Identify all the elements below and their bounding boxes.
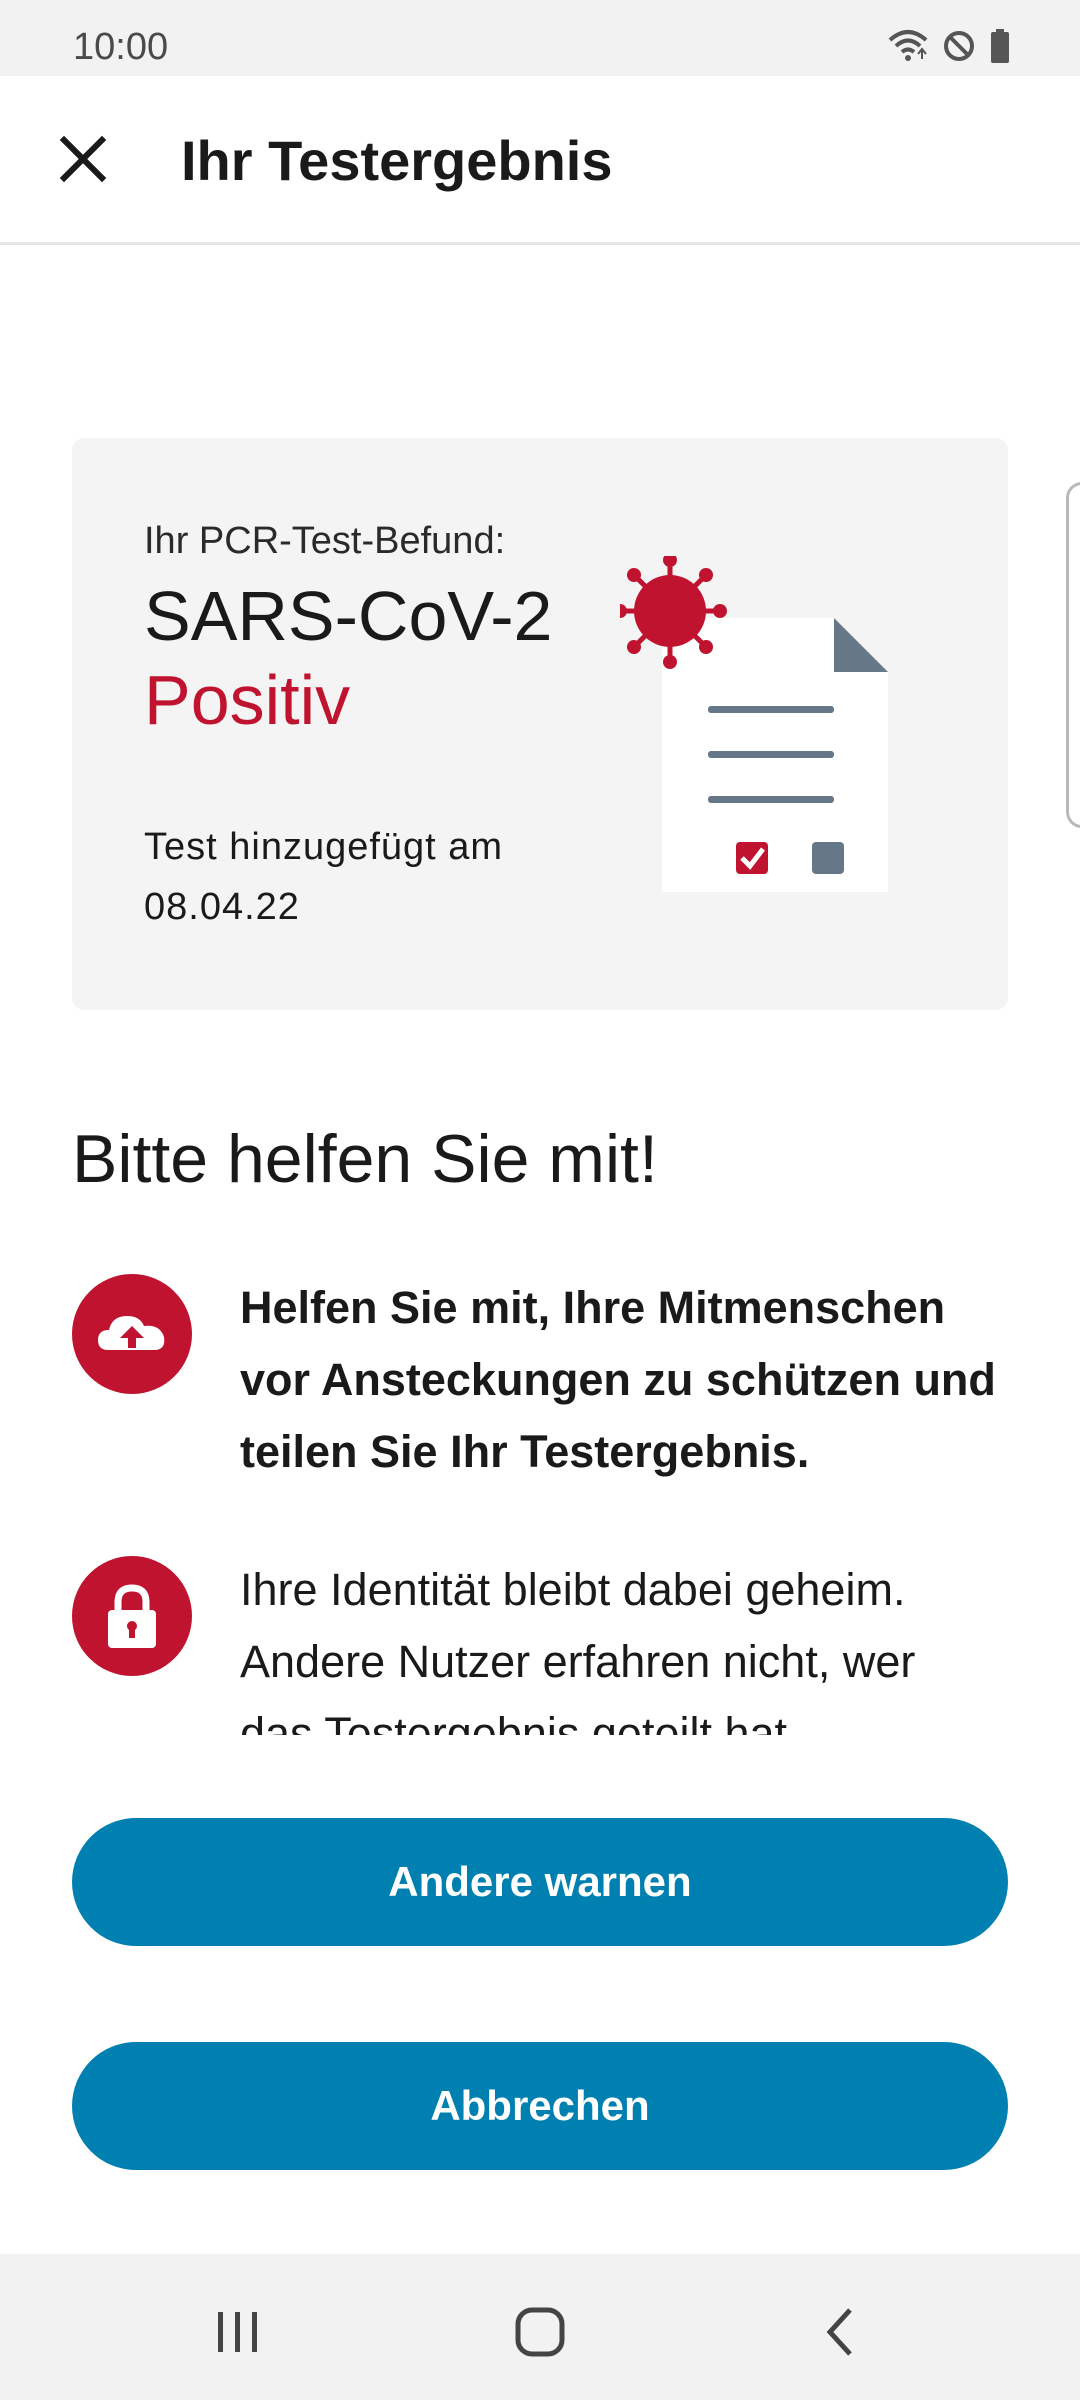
battery-icon [990, 29, 1010, 63]
date-added-value: 08.04.22 [144, 886, 300, 928]
wifi-icon [888, 28, 928, 64]
disease-name: SARS-CoV-2 [144, 577, 553, 655]
share-info-text: Helfen Sie mit, Ihre Mitmenschen vor Ans… [240, 1282, 996, 1477]
info-list: Helfen Sie mit, Ihre Mitmenschen vor Ans… [0, 1230, 1080, 1735]
test-result-card: Ihr PCR-Test-Befund: SARS-CoV-2 Positiv … [72, 438, 1008, 1010]
back-icon [826, 2308, 852, 2356]
info-item-share: Helfen Sie mit, Ihre Mitmenschen vor Ans… [72, 1274, 1012, 1504]
home-button[interactable] [510, 2302, 570, 2362]
info-item-privacy: Ihre Identität bleibt dabei geheim. Ande… [72, 1556, 1012, 1735]
cancel-button[interactable]: Abbrechen [72, 2042, 1008, 2170]
home-icon [515, 2307, 565, 2357]
side-panel-handle[interactable] [1066, 482, 1080, 828]
warn-others-button[interactable]: Andere warnen [72, 1818, 1008, 1946]
section-heading: Bitte helfen Sie mit! [72, 1121, 658, 1197]
lock-icon [72, 1556, 192, 1676]
page-title: Ihr Testergebnis [181, 129, 613, 192]
date-added-label: Test hinzugefügt am [144, 826, 504, 868]
result-status: Positiv [144, 661, 351, 739]
system-nav-bar [0, 2254, 1080, 2400]
recent-apps-button[interactable] [208, 2302, 268, 2362]
status-icons [888, 28, 1010, 64]
privacy-info-text: Ihre Identität bleibt dabei geheim. Ande… [240, 1564, 916, 1735]
do-not-disturb-icon [942, 29, 976, 63]
status-bar: 10:00 [0, 0, 1080, 76]
close-icon [59, 135, 107, 183]
status-time: 10:00 [73, 26, 169, 68]
upload-cloud-icon [72, 1274, 192, 1394]
close-button[interactable] [46, 122, 120, 196]
app-bar: Ihr Testergebnis [0, 76, 1080, 245]
result-label: Ihr PCR-Test-Befund: [144, 520, 506, 562]
recent-apps-icon [218, 2312, 257, 2352]
virus-document-illustration [620, 556, 888, 892]
back-button[interactable] [812, 2302, 872, 2362]
